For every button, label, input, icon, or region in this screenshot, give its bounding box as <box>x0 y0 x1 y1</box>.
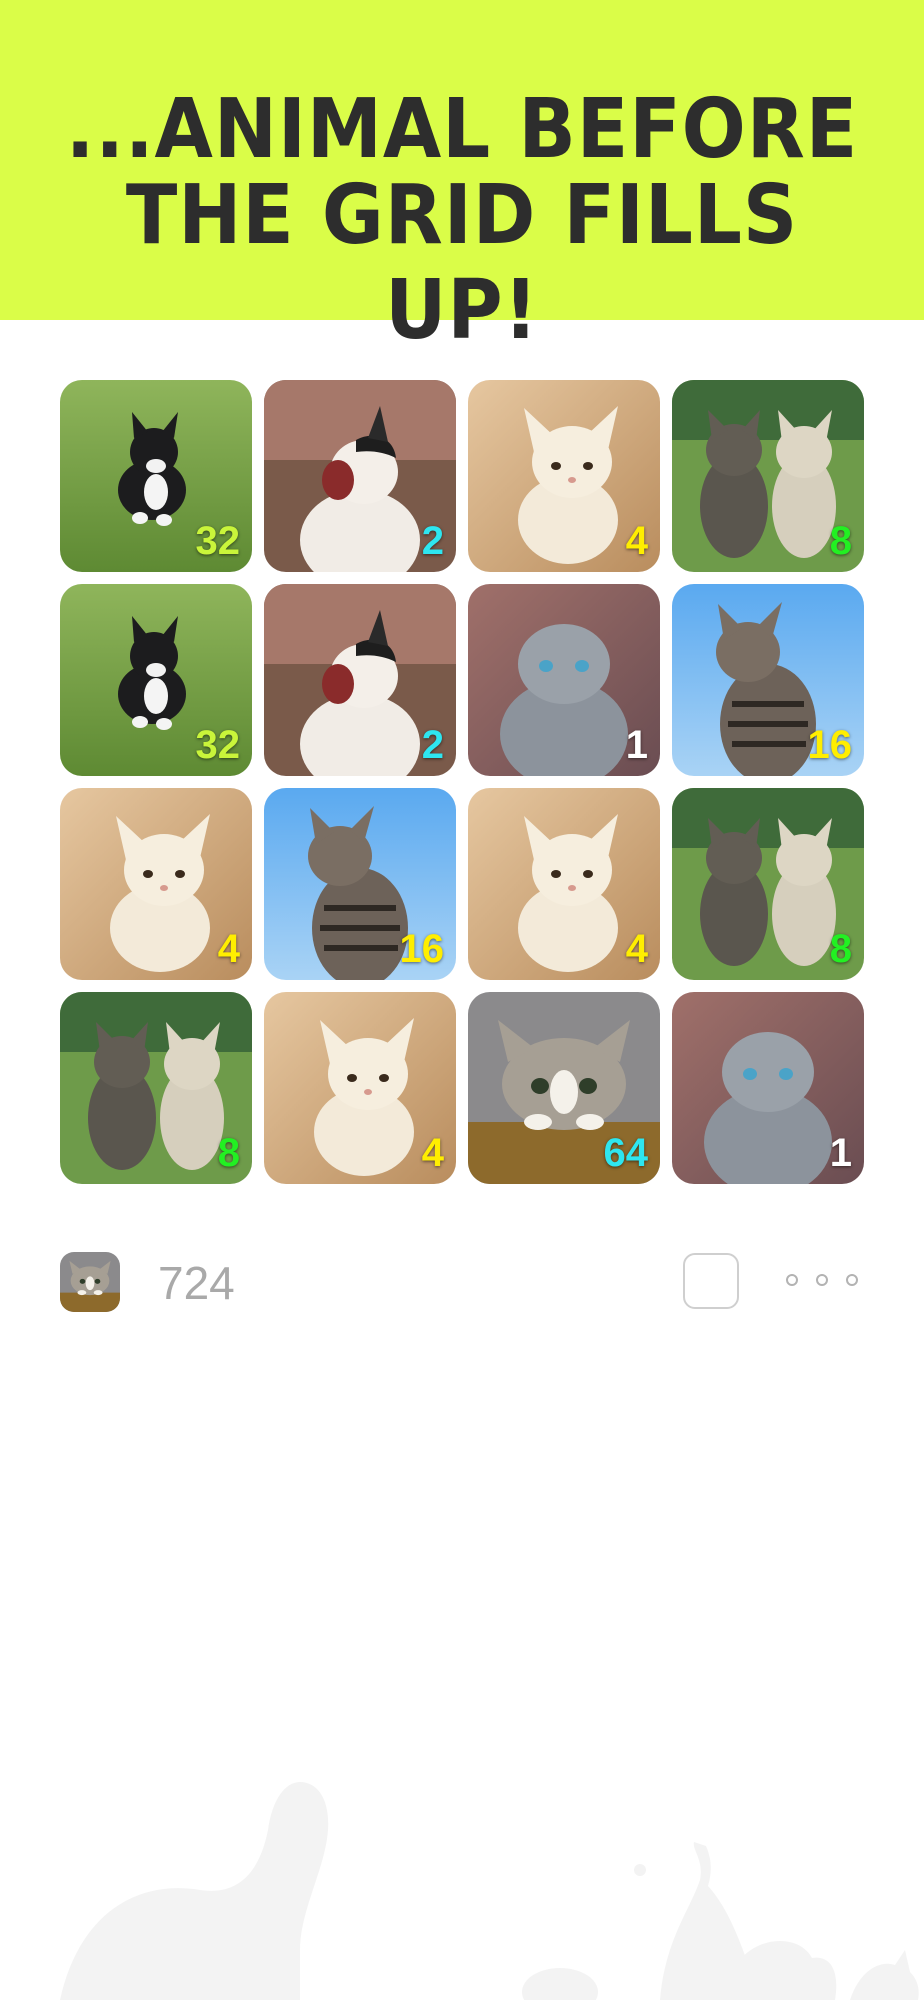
dot-icon <box>816 1274 828 1286</box>
grid-tile[interactable]: 2 <box>264 380 456 572</box>
bird-silhouette <box>740 1940 837 2000</box>
banner-title-line-1: ...ANIMAL BEFORE <box>65 82 859 177</box>
tile-value: 16 <box>807 723 853 767</box>
grid-tile[interactable]: 16 <box>264 788 456 980</box>
square-button[interactable] <box>683 1253 739 1309</box>
kitten-photo <box>60 1252 120 1312</box>
current-animal-icon <box>60 1252 120 1312</box>
grid-tile[interactable]: 1 <box>468 584 660 776</box>
grid-tile[interactable]: 8 <box>60 992 252 1184</box>
tile-value: 8 <box>829 519 852 563</box>
tile-value: 2 <box>421 723 444 767</box>
more-options-button[interactable] <box>784 1270 864 1294</box>
grid-tile[interactable]: 4 <box>468 788 660 980</box>
butterfly-silhouette <box>634 1864 646 1876</box>
tile-value: 2 <box>421 519 444 563</box>
dot-icon <box>786 1274 798 1286</box>
tile-value: 16 <box>399 927 445 971</box>
cat-silhouette <box>522 1968 598 2000</box>
tile-value: 64 <box>603 1131 649 1175</box>
grid-tile[interactable]: 64 <box>468 992 660 1184</box>
tile-value: 4 <box>217 927 240 971</box>
fox-silhouette <box>850 1950 919 2000</box>
tile-value: 1 <box>625 723 648 767</box>
grid-tile[interactable]: 32 <box>60 380 252 572</box>
dot-icon <box>846 1274 858 1286</box>
dinosaur-silhouette <box>60 1782 329 2000</box>
tile-value: 4 <box>625 927 648 971</box>
grid-tile[interactable]: 8 <box>672 380 864 572</box>
tile-value: 8 <box>217 1131 240 1175</box>
promo-banner: ...ANIMAL BEFORE THE GRID FILLS UP! <box>0 0 924 358</box>
game-grid[interactable]: 32 2 4 8 32 2 1 16 4 16 4 8 8 4 64 1 <box>60 380 864 1184</box>
grid-tile[interactable]: 16 <box>672 584 864 776</box>
grid-tile[interactable]: 4 <box>60 788 252 980</box>
grid-tile[interactable]: 2 <box>264 584 456 776</box>
animal-silhouettes <box>60 1782 919 2000</box>
score-value: 724 <box>158 1257 235 1309</box>
tile-value: 1 <box>829 1131 852 1175</box>
tile-value: 4 <box>421 1131 444 1175</box>
tile-value: 4 <box>625 519 648 563</box>
tile-value: 32 <box>195 519 241 563</box>
grid-tile[interactable]: 8 <box>672 788 864 980</box>
banner-title-line-2: THE GRID FILLS UP! <box>125 168 799 358</box>
grid-tile[interactable]: 32 <box>60 584 252 776</box>
tile-value: 32 <box>195 723 241 767</box>
grid-tile[interactable]: 4 <box>264 992 456 1184</box>
grid-tile[interactable]: 4 <box>468 380 660 572</box>
grid-tile[interactable]: 1 <box>672 992 864 1184</box>
tile-value: 8 <box>829 927 852 971</box>
